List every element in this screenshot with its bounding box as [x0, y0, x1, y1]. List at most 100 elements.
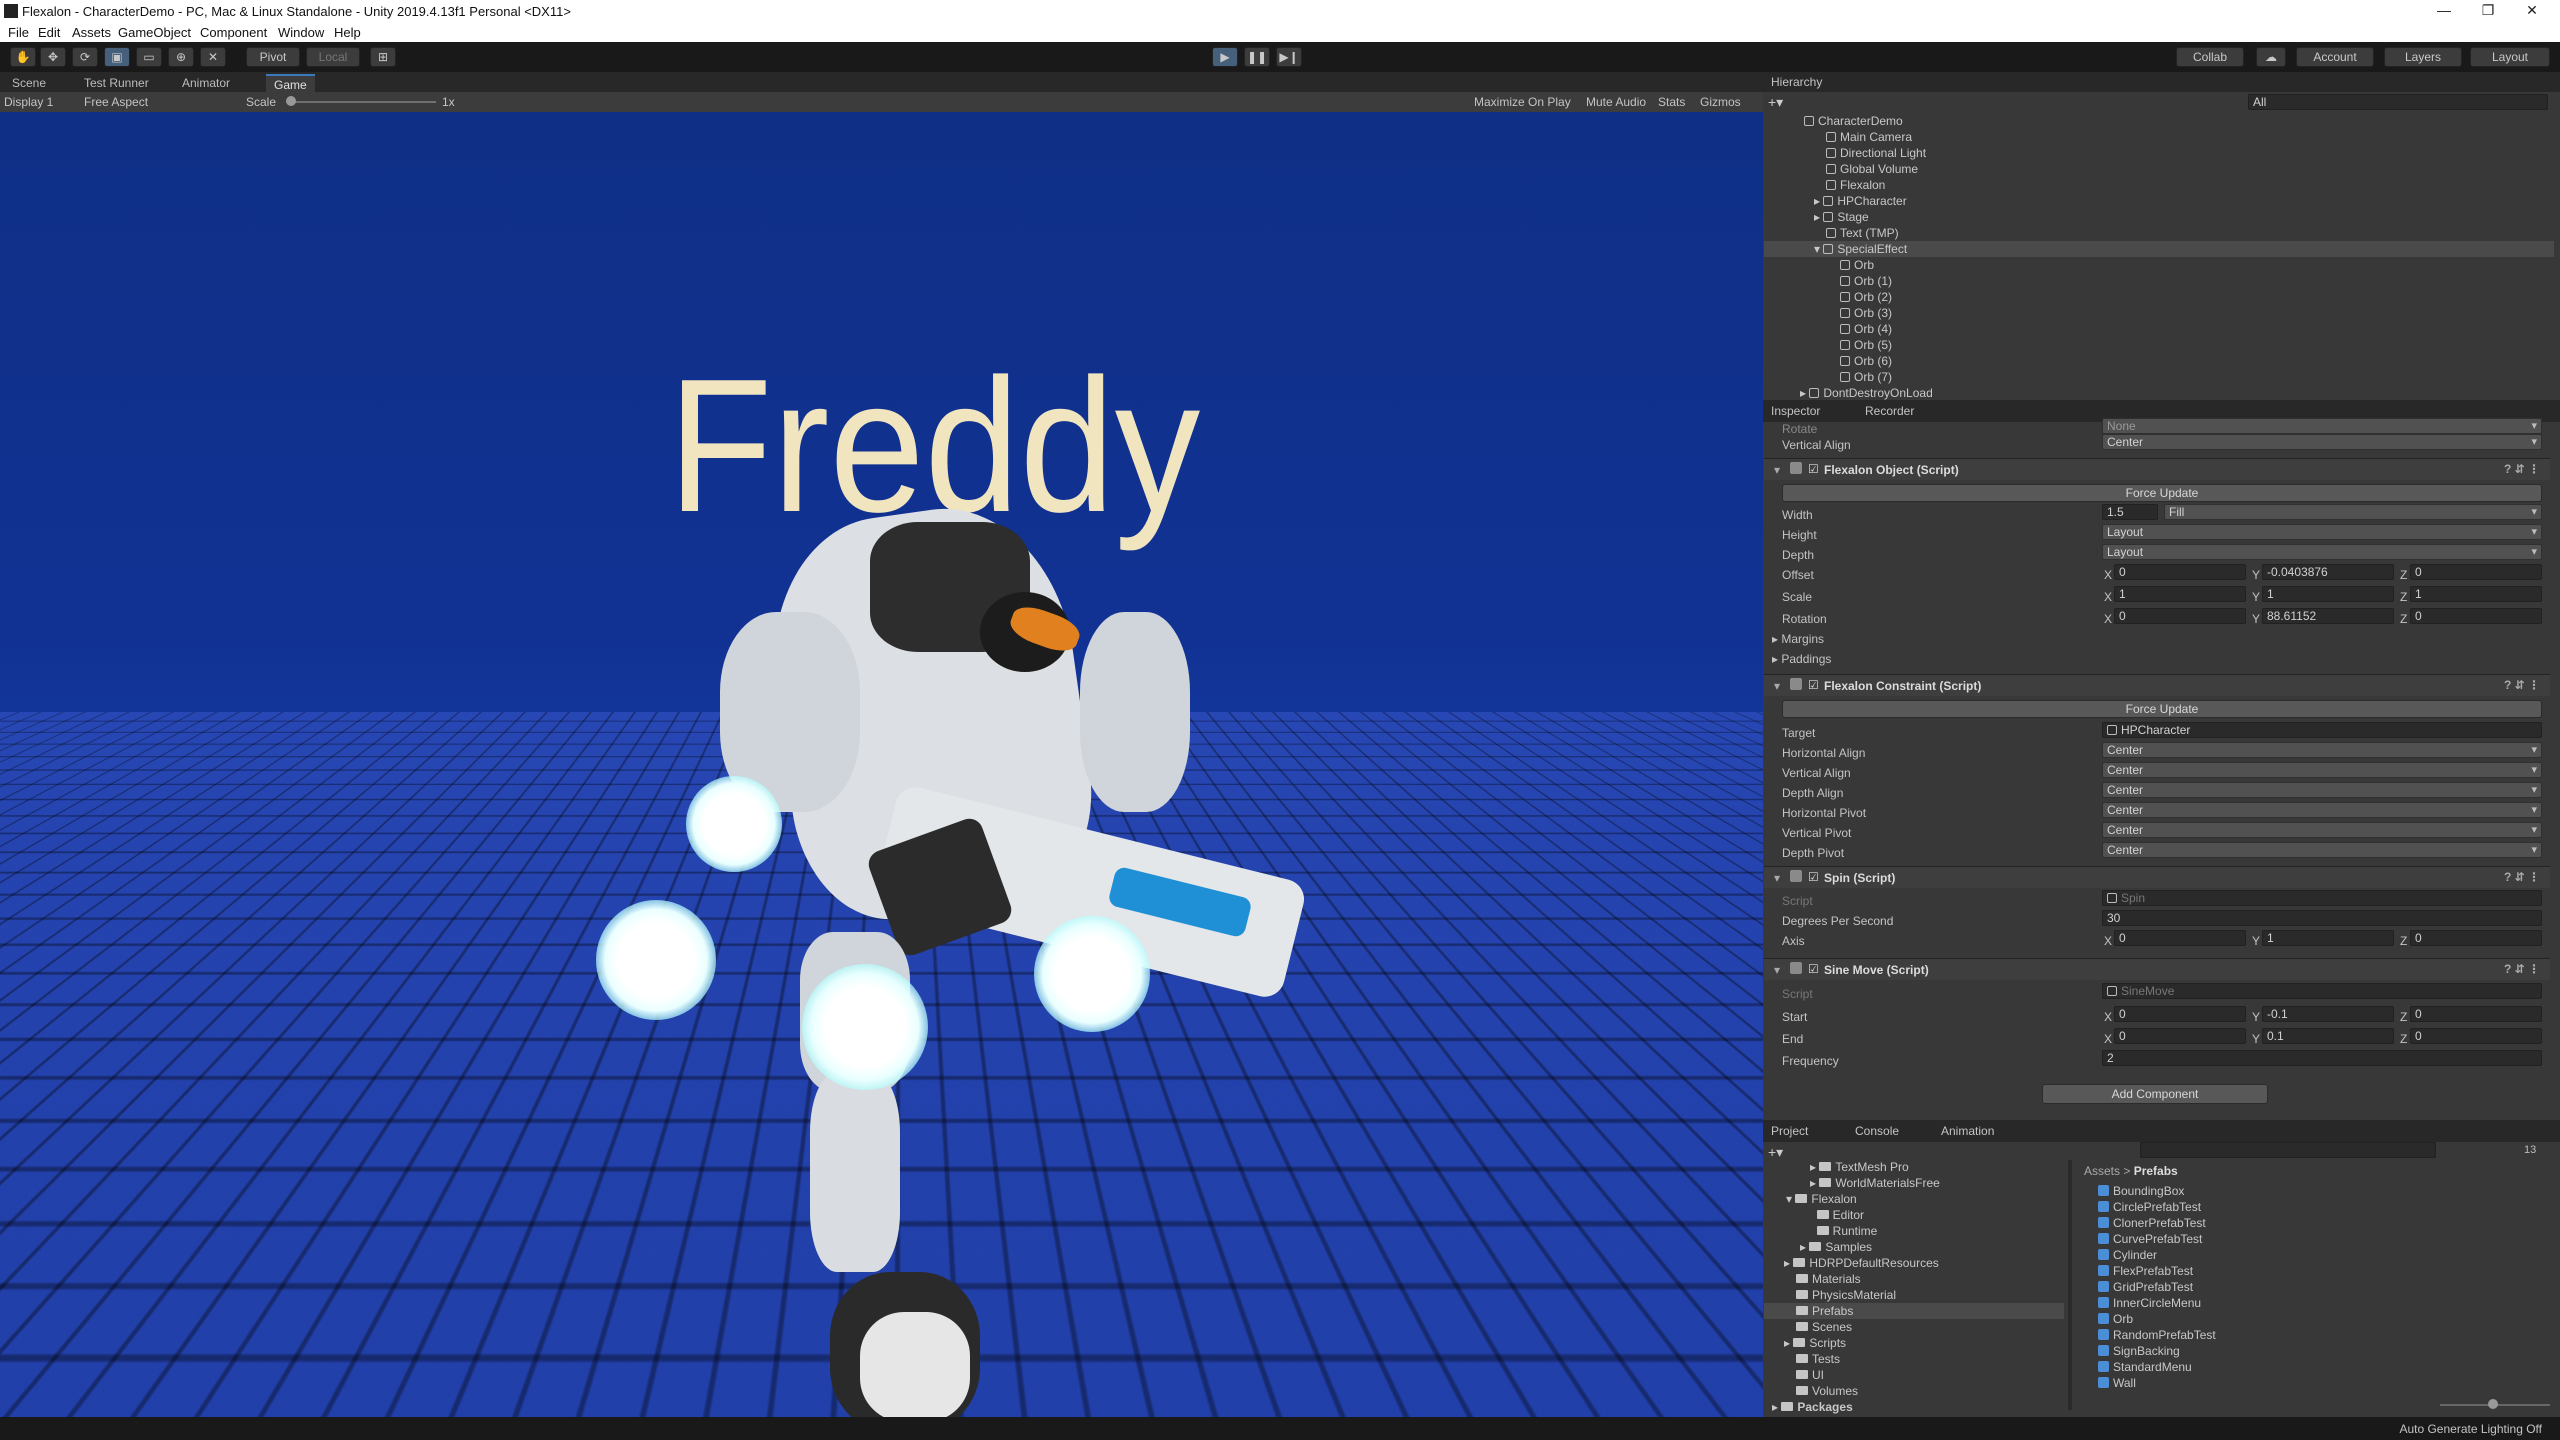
- layers-dropdown[interactable]: Layers: [2384, 47, 2462, 67]
- collab-dropdown[interactable]: Collab: [2176, 47, 2244, 67]
- project-search-input[interactable]: [2140, 1142, 2436, 1158]
- hierarchy-item[interactable]: Main Camera: [1826, 130, 1912, 144]
- minimize-button[interactable]: —: [2424, 2, 2464, 20]
- project-folder[interactable]: Runtime: [1810, 1224, 1877, 1238]
- margins-foldout[interactable]: ▸ Margins: [1772, 632, 1824, 646]
- component-enabled-checkbox[interactable]: ☑: [1808, 678, 1819, 692]
- width-mode-dropdown[interactable]: Fill: [2164, 504, 2542, 520]
- asset-item[interactable]: Cylinder: [2098, 1248, 2157, 1262]
- menu-window[interactable]: Window: [278, 25, 324, 40]
- target-object-field[interactable]: HPCharacter: [2102, 722, 2542, 738]
- stats-toggle[interactable]: Stats: [1658, 95, 1685, 109]
- tab-game[interactable]: Game: [266, 74, 315, 92]
- force-update-button[interactable]: Force Update: [1782, 484, 2542, 502]
- component-enabled-checkbox[interactable]: ☑: [1808, 462, 1819, 476]
- hierarchy-item[interactable]: Orb (5): [1840, 338, 1892, 352]
- component-menu-icon[interactable]: ? ⇵ ⋮: [2504, 870, 2540, 884]
- project-folder[interactable]: Materials: [1796, 1272, 1861, 1286]
- hierarchy-item[interactable]: ▾ SpecialEffect: [1814, 242, 1907, 256]
- asset-item[interactable]: StandardMenu: [2098, 1360, 2192, 1374]
- menu-edit[interactable]: Edit: [38, 25, 60, 40]
- scale-y-input[interactable]: 1: [2262, 586, 2394, 602]
- project-folder[interactable]: ▸ Scripts: [1784, 1336, 1846, 1350]
- custom-tool-icon[interactable]: ✕: [200, 47, 226, 67]
- hierarchy-item[interactable]: Orb (7): [1840, 370, 1892, 384]
- spin-header[interactable]: ▾ ☑ Spin (Script) ? ⇵ ⋮: [1764, 866, 2550, 888]
- axis-y-input[interactable]: 1: [2262, 930, 2394, 946]
- tab-inspector[interactable]: Inspector: [1771, 404, 1820, 418]
- project-folder[interactable]: ▸ HDRPDefaultResources: [1784, 1256, 1939, 1270]
- asset-item[interactable]: BoundingBox: [2098, 1184, 2184, 1198]
- project-folder[interactable]: Volumes: [1796, 1384, 1858, 1398]
- project-folder[interactable]: Prefabs: [1796, 1304, 1853, 1318]
- hierarchy-item[interactable]: Global Volume: [1826, 162, 1918, 176]
- tab-animation[interactable]: Animation: [1941, 1124, 1994, 1138]
- asset-item[interactable]: SignBacking: [2098, 1344, 2180, 1358]
- component-menu-icon[interactable]: ? ⇵ ⋮: [2504, 678, 2540, 692]
- vertical-align-dropdown[interactable]: Center: [2102, 434, 2542, 450]
- project-folder[interactable]: ▸ WorldMaterialsFree: [1810, 1176, 1940, 1190]
- asset-item[interactable]: Orb: [2098, 1312, 2133, 1326]
- end-z-input[interactable]: 0: [2410, 1028, 2542, 1044]
- menu-assets[interactable]: Assets: [72, 25, 111, 40]
- offset-z-input[interactable]: 0: [2410, 564, 2542, 580]
- hierarchy-item[interactable]: Flexalon: [1826, 178, 1885, 192]
- add-object-button[interactable]: +▾: [1768, 94, 1783, 111]
- tab-project[interactable]: Project: [1771, 1124, 1808, 1138]
- offset-y-input[interactable]: -0.0403876: [2262, 564, 2394, 580]
- asset-item[interactable]: FlexPrefabTest: [2098, 1264, 2193, 1278]
- scale-slider[interactable]: [286, 101, 436, 103]
- menu-gameobject[interactable]: GameObject: [118, 25, 191, 40]
- step-button[interactable]: ▶❙: [1276, 47, 1302, 67]
- hierarchy-item[interactable]: CharacterDemo: [1804, 114, 1903, 128]
- hierarchy-item[interactable]: ▸ DontDestroyOnLoad: [1800, 386, 1933, 400]
- cloud-icon[interactable]: ☁: [2256, 47, 2286, 67]
- flexalon-object-header[interactable]: ▾ ☑ Flexalon Object (Script) ? ⇵ ⋮: [1764, 458, 2550, 480]
- asset-item[interactable]: CirclePrefabTest: [2098, 1200, 2201, 1214]
- component-menu-icon[interactable]: ? ⇵ ⋮: [2504, 462, 2540, 476]
- menu-component[interactable]: Component: [200, 25, 267, 40]
- maximize-button[interactable]: ❐: [2468, 2, 2508, 20]
- transform-tool-icon[interactable]: ⊕: [168, 47, 194, 67]
- sine-move-header[interactable]: ▾ ☑ Sine Move (Script) ? ⇵ ⋮: [1764, 958, 2550, 980]
- project-folder[interactable]: Tests: [1796, 1352, 1840, 1366]
- project-folder[interactable]: UI: [1796, 1368, 1824, 1382]
- hierarchy-item[interactable]: Orb (1): [1840, 274, 1892, 288]
- rect-tool-icon[interactable]: ▭: [136, 47, 162, 67]
- start-y-input[interactable]: -0.1: [2262, 1006, 2394, 1022]
- hierarchy-item[interactable]: ▸ HPCharacter: [1814, 194, 1907, 208]
- project-folder[interactable]: ▸ Packages: [1772, 1400, 1853, 1414]
- pause-button[interactable]: ❚❚: [1244, 47, 1270, 67]
- project-folder[interactable]: ▾ Flexalon: [1786, 1192, 1857, 1206]
- hierarchy-item[interactable]: Orb (3): [1840, 306, 1892, 320]
- vertical-align-dropdown[interactable]: Center: [2102, 762, 2542, 778]
- depth-pivot-dropdown[interactable]: Center: [2102, 842, 2542, 858]
- axis-x-input[interactable]: 0: [2114, 930, 2246, 946]
- breadcrumb-item[interactable]: Assets: [2084, 1164, 2120, 1178]
- frequency-input[interactable]: 2: [2102, 1050, 2542, 1066]
- asset-item[interactable]: ClonerPrefabTest: [2098, 1216, 2206, 1230]
- create-asset-button[interactable]: +▾: [1768, 1144, 1783, 1161]
- width-input[interactable]: 1.5: [2102, 504, 2158, 520]
- close-button[interactable]: ✕: [2512, 2, 2552, 20]
- tree-splitter[interactable]: [2068, 1160, 2072, 1410]
- project-folder[interactable]: ▸ TextMesh Pro: [1810, 1160, 1909, 1174]
- play-button[interactable]: ▶: [1212, 47, 1238, 67]
- hierarchy-item[interactable]: Orb (2): [1840, 290, 1892, 304]
- component-menu-icon[interactable]: ? ⇵ ⋮: [2504, 962, 2540, 976]
- project-folder[interactable]: PhysicsMaterial: [1796, 1288, 1896, 1302]
- asset-item[interactable]: GridPrefabTest: [2098, 1280, 2193, 1294]
- local-toggle[interactable]: Local: [306, 47, 360, 67]
- rotation-x-input[interactable]: 0: [2114, 608, 2246, 624]
- asset-item[interactable]: InnerCircleMenu: [2098, 1296, 2201, 1310]
- project-folder[interactable]: ▸ Samples: [1800, 1240, 1872, 1254]
- end-y-input[interactable]: 0.1: [2262, 1028, 2394, 1044]
- rotate-dropdown[interactable]: None: [2102, 418, 2542, 434]
- start-x-input[interactable]: 0: [2114, 1006, 2246, 1022]
- height-dropdown[interactable]: Layout: [2102, 524, 2542, 540]
- scale-z-input[interactable]: 1: [2410, 586, 2542, 602]
- degrees-per-second-input[interactable]: 30: [2102, 910, 2542, 926]
- scale-slider-thumb[interactable]: [286, 96, 296, 106]
- hierarchy-item[interactable]: Orb (6): [1840, 354, 1892, 368]
- horizontal-align-dropdown[interactable]: Center: [2102, 742, 2542, 758]
